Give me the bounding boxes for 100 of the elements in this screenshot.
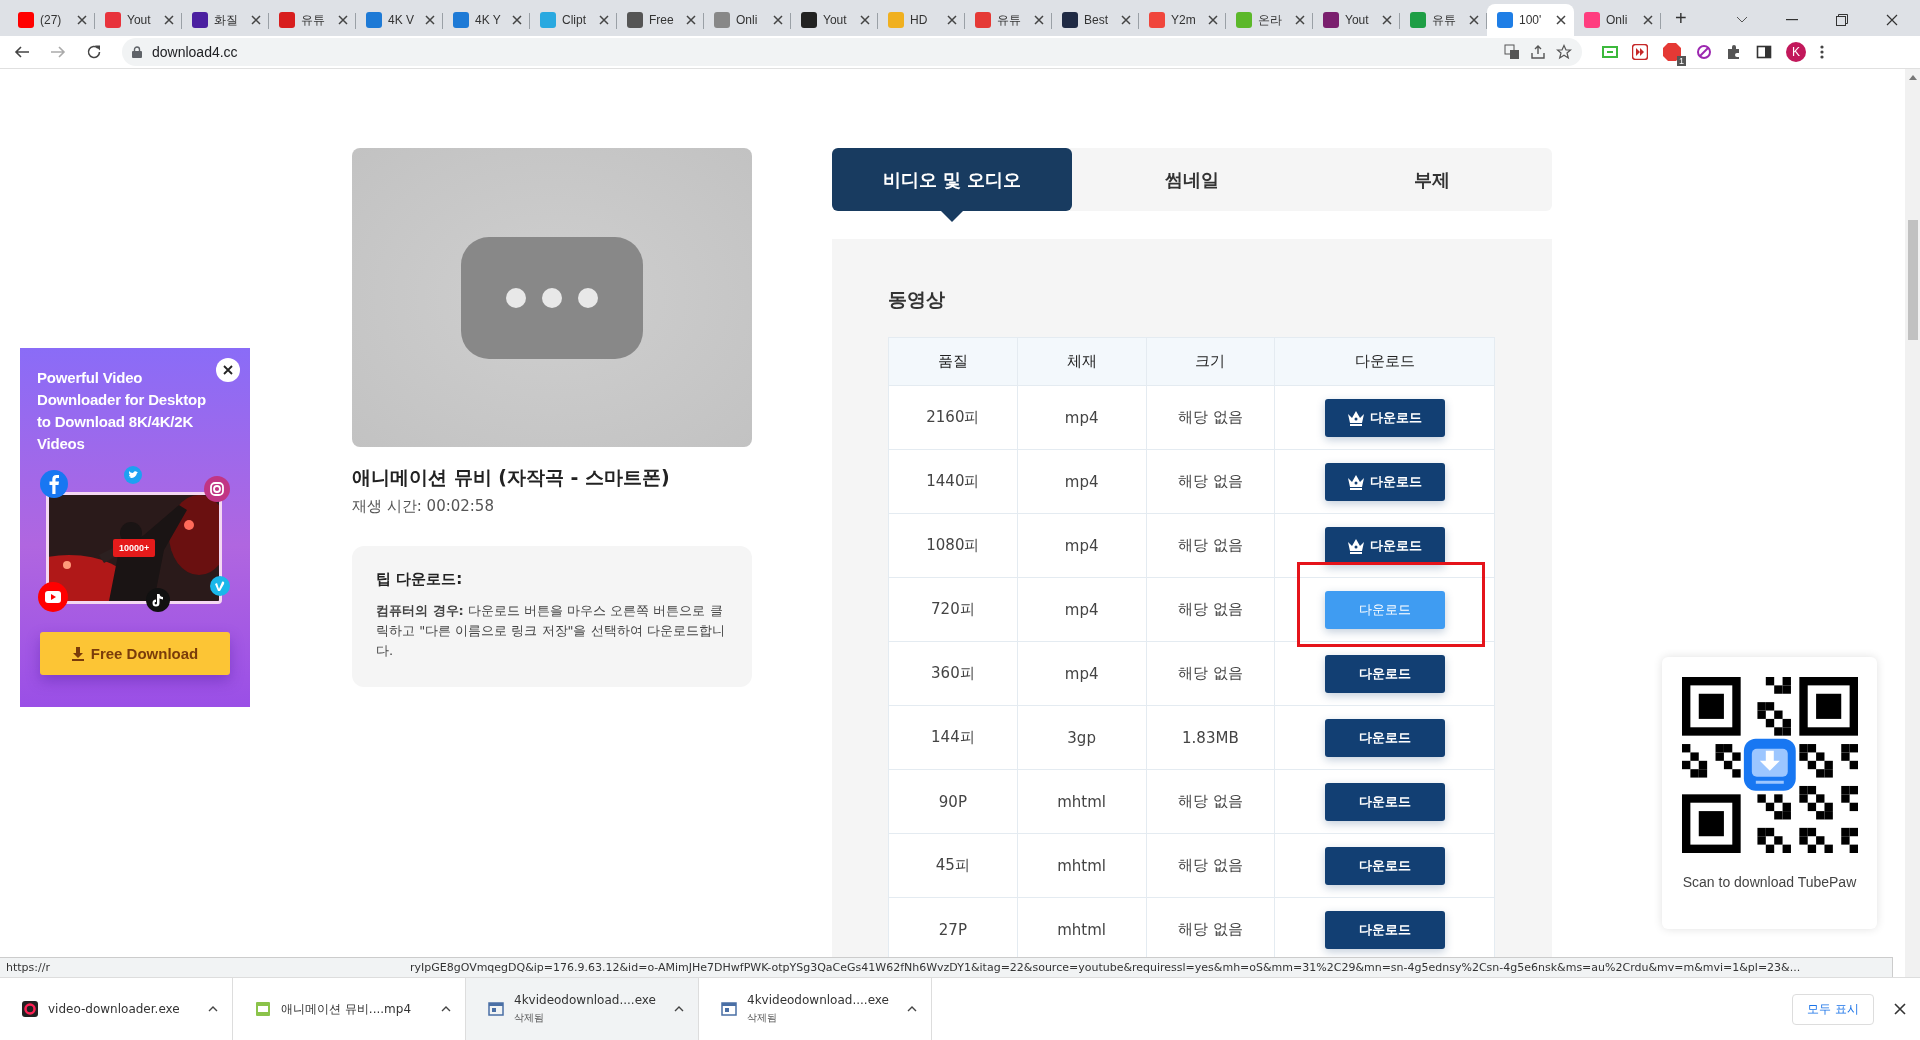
close-icon[interactable] [1382,15,1392,25]
download-button[interactable]: 다운로드 [1324,398,1445,437]
new-tab-button[interactable]: + [1675,7,1687,30]
address-bar[interactable]: download4.cc [122,38,1582,66]
browser-tab[interactable]: Onli [704,4,791,36]
browser-tab[interactable]: Best [1052,4,1139,36]
quality-cell: 1080피 [888,513,1018,578]
show-all-button[interactable]: 모두 표시 [1792,993,1874,1025]
browser-tab[interactable]: Yout [95,4,182,36]
browser-tab[interactable]: 유튜 [1400,4,1487,36]
file-name: 애니메이션 뮤비....mp4 [281,1000,412,1018]
browser-tab[interactable]: Clipt [530,4,617,36]
close-icon[interactable] [1556,15,1566,25]
chevron-icon[interactable] [907,1006,917,1012]
browser-tab[interactable]: 유튜 [965,4,1052,36]
browser-tab[interactable]: 4K V [356,4,443,36]
close-icon[interactable] [947,15,957,25]
close-icon[interactable] [425,15,435,25]
browser-tab[interactable]: Free [617,4,704,36]
free-download-button[interactable]: Free Download [40,632,230,675]
download-button[interactable]: 다운로드 [1324,846,1445,885]
format-cell: mhtml [1017,833,1146,898]
download-button[interactable]: 다운로드 [1324,526,1445,565]
close-icon[interactable] [77,15,87,25]
share-icon[interactable] [1530,44,1546,60]
minimize-icon[interactable] [1786,19,1798,21]
close-icon[interactable] [599,15,609,25]
download-button[interactable]: 다운로드 [1324,462,1445,501]
chevron-icon[interactable] [1736,16,1748,24]
close-icon[interactable] [773,15,783,25]
file-icon [255,1001,271,1017]
close-icon[interactable] [512,15,522,25]
scrollbar-thumb[interactable] [1907,220,1918,340]
profile-avatar[interactable]: K [1786,42,1806,62]
size-cell: 해당 없음 [1146,449,1275,514]
format-tab[interactable]: 부제 [1312,148,1552,211]
size-cell: 1.83MB [1146,705,1275,770]
ad-headline: Powerful Video Downloader for Desktop to Download 8K/4K/2K Videos [37,368,207,454]
tip-text: 컴퓨터의 경우: 다운로드 버튼을 마우스 오른쪽 버튼으로 클릭하고 "다른 이름으로 링크 저장"을 선택하여 다운로드합니다. [376,602,726,660]
circle-logo-icon [40,470,68,498]
chevron-icon[interactable] [208,1006,218,1012]
browser-tab[interactable]: 100' [1487,4,1574,36]
download-button[interactable]: 다운로드 [1324,718,1445,757]
format-cell: mp4 [1017,385,1146,450]
close-icon[interactable] [1295,15,1305,25]
download-button[interactable]: 다운로드 [1324,782,1445,821]
quality-cell: 45피 [888,833,1018,898]
screen-icon[interactable] [1602,44,1618,60]
loading-dots-icon [461,236,643,359]
puzzle-icon[interactable] [1726,44,1742,60]
close-icon[interactable] [1886,14,1898,26]
download-item[interactable]: 4kvideodownload....exe 삭제됨 [466,978,699,1040]
close-icon[interactable] [1894,1003,1906,1015]
size-cell: 해당 없음 [1146,385,1275,450]
close-icon[interactable] [686,15,696,25]
format-tab[interactable]: 썸네일 [1072,148,1312,211]
download-button[interactable]: 다운로드 [1324,910,1445,949]
stop-sign-icon[interactable] [1662,42,1682,62]
blocked-icon[interactable] [1696,44,1712,60]
close-button[interactable] [216,358,240,382]
close-icon[interactable] [1469,15,1479,25]
browser-tab[interactable]: 온라 [1226,4,1313,36]
browser-tab[interactable]: 화질 [182,4,269,36]
quality-cell: 1440피 [888,449,1018,514]
close-icon[interactable] [1034,15,1044,25]
download-item[interactable]: video-downloader.exe [0,978,233,1040]
browser-tab[interactable]: HD [878,4,965,36]
browser-tab[interactable]: Y2m [1139,4,1226,36]
close-icon[interactable] [1208,15,1218,25]
browser-tab[interactable]: 유튜 [269,4,356,36]
close-icon[interactable] [338,15,348,25]
menu-icon[interactable] [1820,44,1824,60]
scroll-up-icon[interactable] [1908,75,1917,80]
chevron-icon[interactable] [441,1006,451,1012]
browser-tab[interactable]: Yout [791,4,878,36]
fast-forward-icon[interactable] [1632,44,1648,60]
bird-icon [124,466,142,484]
download-item[interactable]: 4kvideodownload....exe 삭제됨 [699,978,932,1040]
close-icon[interactable] [1121,15,1131,25]
format-cell: mp4 [1017,513,1146,578]
browser-tab[interactable]: Yout [1313,4,1400,36]
browser-tab[interactable]: 4K Y [443,4,530,36]
close-icon[interactable] [251,15,261,25]
column-header: 품질 [888,337,1018,386]
translate-icon[interactable] [1504,44,1520,60]
size-cell: 해당 없음 [1146,577,1275,642]
side-panel-icon[interactable] [1756,44,1772,60]
chevron-icon[interactable] [674,1006,684,1012]
browser-tab[interactable]: (27) [8,4,95,36]
browser-tab[interactable]: Onli [1574,4,1661,36]
star-icon[interactable] [1556,44,1572,60]
download-button[interactable]: 다운로드 [1324,654,1445,693]
close-icon[interactable] [860,15,870,25]
back-icon[interactable] [14,44,30,60]
restore-icon[interactable] [1836,14,1848,26]
reload-icon[interactable] [86,44,102,60]
close-icon[interactable] [1643,15,1653,25]
close-icon[interactable] [164,15,174,25]
duration-text: 재생 시간: 00:02:58 [352,497,495,516]
window-icon [721,1001,737,1017]
